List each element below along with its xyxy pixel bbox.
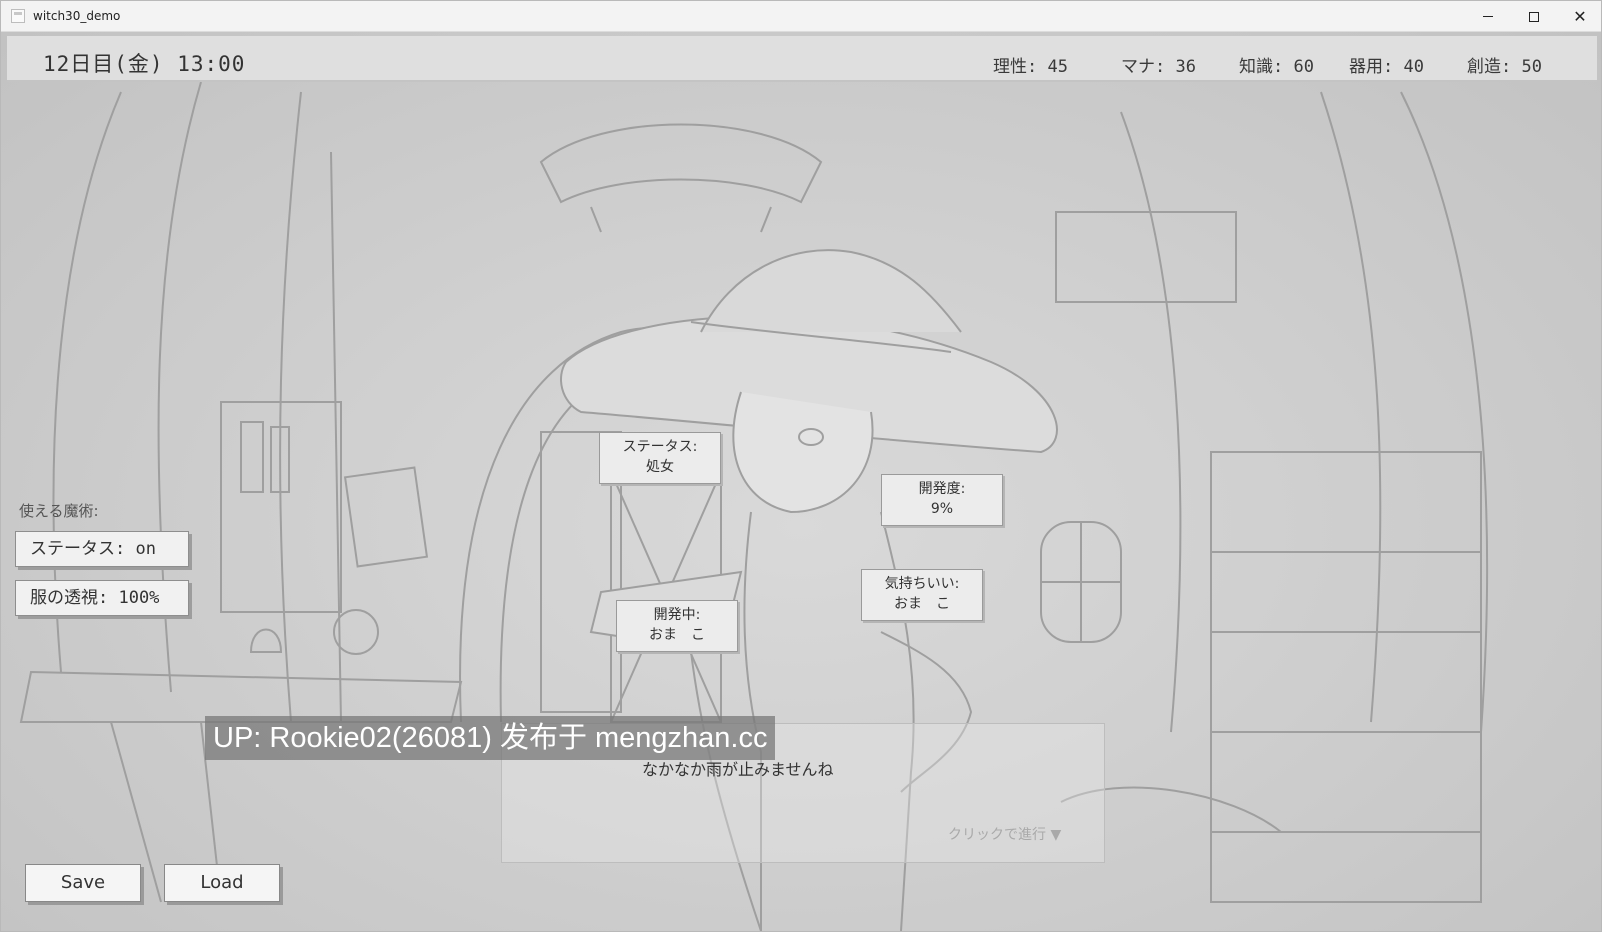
status-tag-label: ステータス:: [622, 439, 698, 455]
status-spell-button[interactable]: ステータス: on: [15, 531, 189, 567]
minimize-button[interactable]: [1465, 1, 1511, 32]
window-title: witch30_demo: [33, 9, 121, 23]
save-button[interactable]: Save: [25, 864, 141, 902]
app-icon: [11, 9, 25, 23]
usable-spells-label: 使える魔術:: [19, 502, 99, 520]
development-tag: 開発度: 9%: [881, 474, 1003, 526]
stat-knowledge: 知識: 60: [1239, 57, 1314, 77]
stat-dexterity: 器用: 40: [1349, 57, 1424, 77]
game-window: witch30_demo ✕ 12日目(金) 13:00 理性: 45 マナ: …: [0, 0, 1602, 932]
status-hud: 12日目(金) 13:00 理性: 45 マナ: 36 知識: 60 器用: 4…: [7, 36, 1597, 82]
stat-reason: 理性: 45: [993, 57, 1068, 77]
stat-mana: マナ: 36: [1121, 57, 1196, 77]
clothes-see-through-button[interactable]: 服の透視: 100%: [15, 580, 189, 616]
close-button[interactable]: ✕: [1557, 1, 1602, 32]
feels-good-tag: 気持ちいい: おま こ: [861, 569, 983, 621]
watermark-overlay: UP: Rookie02(26081) 发布于 mengzhan.cc: [205, 716, 776, 760]
minimize-icon: [1483, 16, 1493, 17]
in-development-tag-value: おま こ: [649, 627, 705, 643]
close-icon: ✕: [1573, 6, 1587, 26]
load-button[interactable]: Load: [164, 864, 280, 902]
development-tag-label: 開発度:: [918, 481, 966, 497]
development-tag-value: 9%: [930, 501, 954, 517]
status-tag: ステータス: 処女: [599, 432, 721, 484]
click-to-advance-hint: クリックで進行 ▼: [948, 827, 1062, 843]
maximize-button[interactable]: [1511, 1, 1557, 32]
feels-good-tag-value: おま こ: [894, 596, 950, 612]
feels-good-tag-label: 気持ちいい:: [884, 576, 960, 592]
maximize-icon: [1529, 11, 1539, 22]
date-time-display: 12日目(金) 13:00: [43, 52, 246, 76]
status-tag-value: 処女: [646, 459, 674, 475]
in-development-tag: 開発中: おま こ: [616, 600, 738, 652]
in-development-tag-label: 開発中:: [653, 607, 701, 623]
game-canvas[interactable]: 12日目(金) 13:00 理性: 45 マナ: 36 知識: 60 器用: 4…: [1, 32, 1601, 931]
stat-creativity: 創造: 50: [1467, 57, 1542, 77]
title-bar: witch30_demo ✕: [1, 1, 1601, 32]
